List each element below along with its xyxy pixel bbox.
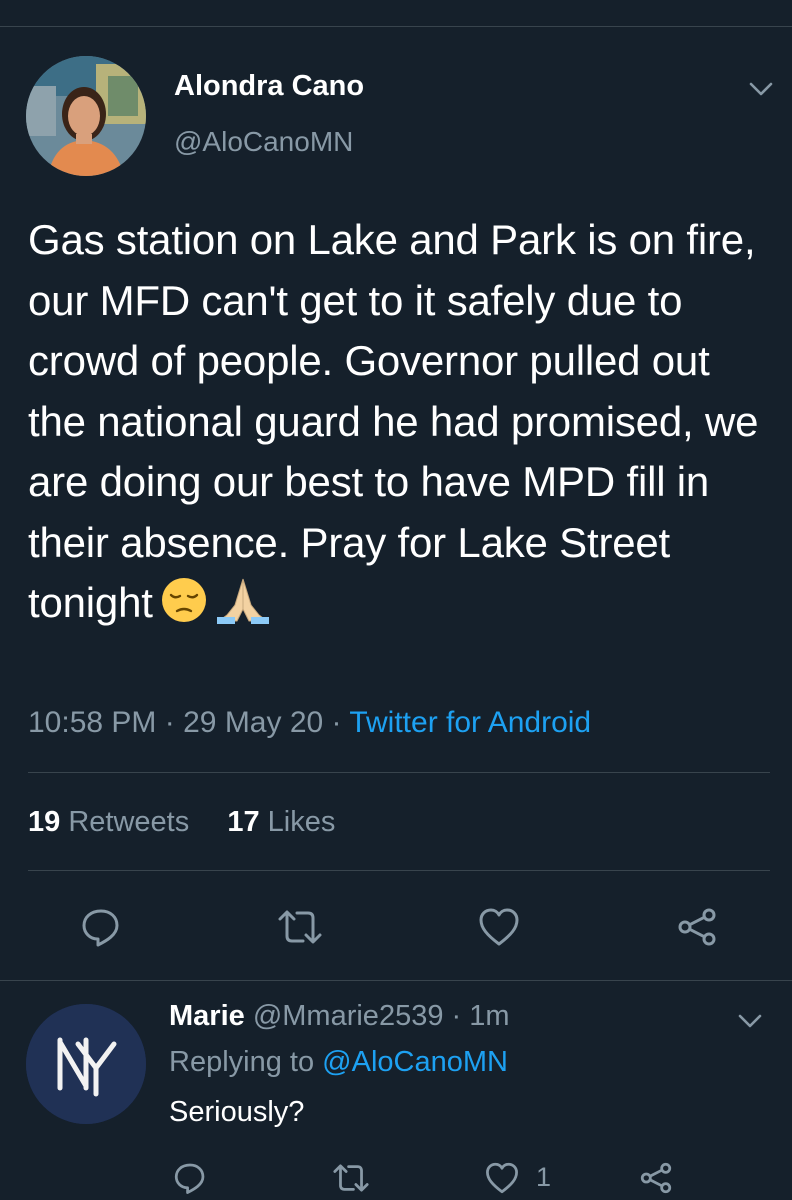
pensive-face-emoji-icon <box>159 575 209 642</box>
likes-count: 17 <box>227 806 260 838</box>
reply-icon[interactable] <box>78 904 124 950</box>
reply-reply-icon[interactable] <box>170 1158 210 1198</box>
author-handle[interactable]: @AloCanoMN <box>174 126 353 158</box>
retweets-count: 19 <box>28 806 61 838</box>
reply-author-avatar[interactable] <box>26 1004 146 1124</box>
reply-time: 1m <box>469 1000 510 1032</box>
tweet-text: Gas station on Lake and Park is on fire,… <box>28 210 778 642</box>
reply-separator: · <box>451 1000 462 1032</box>
tweet-source-link[interactable]: Twitter for Android <box>349 706 591 739</box>
folded-hands-emoji-icon <box>215 575 271 642</box>
reply-like-icon[interactable] <box>482 1158 522 1198</box>
section-divider <box>0 980 792 981</box>
retweets-label: Retweets <box>68 806 190 838</box>
tweet-stats: 19 Retweets 17 Likes <box>28 806 335 839</box>
like-icon[interactable] <box>476 904 522 950</box>
likes-stat[interactable]: 17 Likes <box>227 806 335 838</box>
reply-author-handle[interactable]: @Mmarie2539 <box>253 1000 444 1032</box>
tweet-options-chevron-down-icon[interactable] <box>748 80 774 98</box>
tweet-meta: 10:58 PM · 29 May 20 · Twitter for Andro… <box>28 706 591 740</box>
stats-divider <box>28 870 770 871</box>
tweet-time: 10:58 PM <box>28 706 157 739</box>
tweet-date: 29 May 20 <box>183 706 324 739</box>
author-avatar[interactable] <box>26 56 146 176</box>
reply-author-name[interactable]: Marie <box>169 1000 245 1032</box>
reply-options-chevron-down-icon[interactable] <box>737 1012 763 1030</box>
likes-label: Likes <box>267 806 336 838</box>
author-name[interactable]: Alondra Cano <box>174 70 364 103</box>
reply-header: Marie @Mmarie2539 · 1m <box>169 1000 510 1033</box>
top-divider <box>0 26 792 27</box>
reply-retweet-icon[interactable] <box>330 1158 372 1198</box>
reply-text: Seriously? <box>169 1096 305 1128</box>
reply-likes-count: 1 <box>536 1162 552 1192</box>
meta-separator: · <box>164 706 175 739</box>
replying-to-handle-link[interactable]: @AloCanoMN <box>322 1046 508 1078</box>
meta-divider <box>28 772 770 773</box>
retweets-stat[interactable]: 19 Retweets <box>28 806 189 838</box>
tweet-body: Gas station on Lake and Park is on fire,… <box>28 216 759 626</box>
replying-to-prefix: Replying to <box>169 1046 315 1078</box>
share-icon[interactable] <box>674 904 720 950</box>
retweet-icon[interactable] <box>277 904 323 950</box>
replying-to: Replying to @AloCanoMN <box>169 1046 508 1079</box>
meta-separator: · <box>331 706 342 739</box>
reply-share-icon[interactable] <box>636 1158 676 1198</box>
